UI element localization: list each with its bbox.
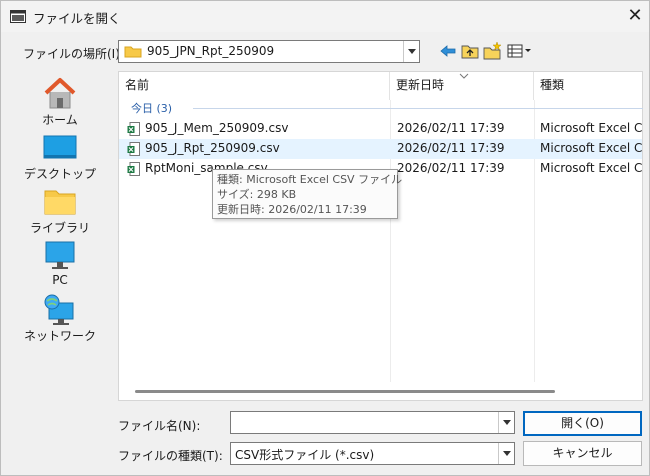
place-desktop[interactable]: デスクトップ [17, 129, 103, 181]
location-value: 905_JPN_Rpt_250909 [147, 44, 275, 58]
tooltip-modified: 更新日時: 2026/02/11 17:39 [217, 203, 367, 216]
folder-icon [124, 46, 142, 58]
file-modified: 2026/02/11 17:39 [397, 161, 505, 175]
place-label: PC [52, 273, 68, 287]
group-divider [193, 108, 643, 109]
file-type: Microsoft Excel CS... [540, 141, 642, 155]
filename-dropdown-button[interactable] [498, 412, 514, 433]
place-label: デスクトップ [23, 167, 96, 181]
file-modified: 2026/02/11 17:39 [397, 141, 505, 155]
file-type: Microsoft Excel CS... [540, 161, 642, 175]
filetype-label: ファイルの種類(T): [118, 449, 223, 463]
file-modified: 2026/02/11 17:39 [397, 121, 505, 135]
list-header: 名前 更新日時 種類 [119, 72, 642, 100]
pc-monitor-icon [45, 241, 75, 269]
new-folder-icon[interactable] [482, 41, 502, 61]
horizontal-scrollbar[interactable] [135, 390, 555, 393]
place-label: ホーム [42, 113, 78, 127]
file-info-tooltip: 種類: Microsoft Excel CSV ファイル サイズ: 298 KB… [212, 169, 403, 219]
location-dropdown-button[interactable] [403, 41, 419, 62]
close-icon[interactable]: ✕ [621, 3, 649, 31]
library-folder-icon [44, 190, 76, 215]
tooltip-size: サイズ: 298 KB [217, 188, 297, 201]
filename-label: ファイル名(N): [118, 419, 201, 433]
group-header-today[interactable]: 今日 (3) [119, 100, 643, 118]
sort-descending-icon [459, 73, 469, 79]
place-libraries[interactable]: ライブラリ [17, 183, 103, 235]
app-window-icon [10, 10, 26, 23]
excel-csv-file-icon [127, 142, 140, 156]
open-file-dialog: ファイルを開く ✕ ファイルの場所(I): 905_JPN_Rpt_250909 [0, 0, 650, 476]
up-folder-icon[interactable] [460, 41, 480, 61]
place-label: ネットワーク [23, 329, 96, 343]
excel-csv-file-icon [127, 122, 140, 136]
cancel-button[interactable]: キャンセル [523, 441, 642, 466]
open-button[interactable]: 開く(O) [523, 411, 642, 436]
tooltip-type: 種類: Microsoft Excel CSV ファイル [217, 173, 403, 186]
filetype-value: CSV形式ファイル (*.csv) [235, 448, 375, 462]
network-icon [44, 294, 74, 325]
file-name: 905_J_Mem_250909.csv [145, 121, 289, 135]
filetype-combobox[interactable]: CSV形式ファイル (*.csv) [230, 442, 515, 465]
file-row[interactable]: 905_J_Mem_250909.csv 2026/02/11 17:39 Mi… [119, 119, 642, 139]
window-title: ファイルを開く [33, 11, 121, 26]
home-icon [44, 78, 76, 109]
filename-input[interactable] [230, 411, 515, 434]
place-home[interactable]: ホーム [17, 75, 103, 127]
back-arrow-icon[interactable] [438, 41, 458, 61]
desktop-icon [43, 135, 77, 159]
place-label: ライブラリ [29, 221, 90, 235]
view-menu-icon[interactable] [506, 41, 534, 61]
filetype-dropdown-button[interactable] [498, 443, 514, 464]
file-type: Microsoft Excel CS... [540, 121, 642, 135]
group-label: 今日 (3) [131, 102, 173, 115]
column-header-name[interactable]: 名前 [119, 72, 390, 100]
file-row[interactable]: 905_J_Rpt_250909.csv 2026/02/11 17:39 Mi… [119, 139, 642, 159]
places-bar: ホーム デスクトップ ライブラリ PC ネットワーク [17, 71, 103, 401]
title-bar: ファイルを開く ✕ [1, 1, 649, 32]
file-name: 905_J_Rpt_250909.csv [145, 141, 280, 155]
column-header-type[interactable]: 種類 [534, 72, 642, 100]
location-label: ファイルの場所(I): [23, 47, 124, 61]
excel-csv-file-icon [127, 162, 140, 176]
location-combobox[interactable]: 905_JPN_Rpt_250909 [118, 40, 420, 63]
place-pc[interactable]: PC [17, 237, 103, 289]
place-network[interactable]: ネットワーク [17, 291, 103, 343]
file-list[interactable]: 名前 更新日時 種類 今日 (3) 905_J_Mem_250909.csv 2… [118, 71, 643, 401]
